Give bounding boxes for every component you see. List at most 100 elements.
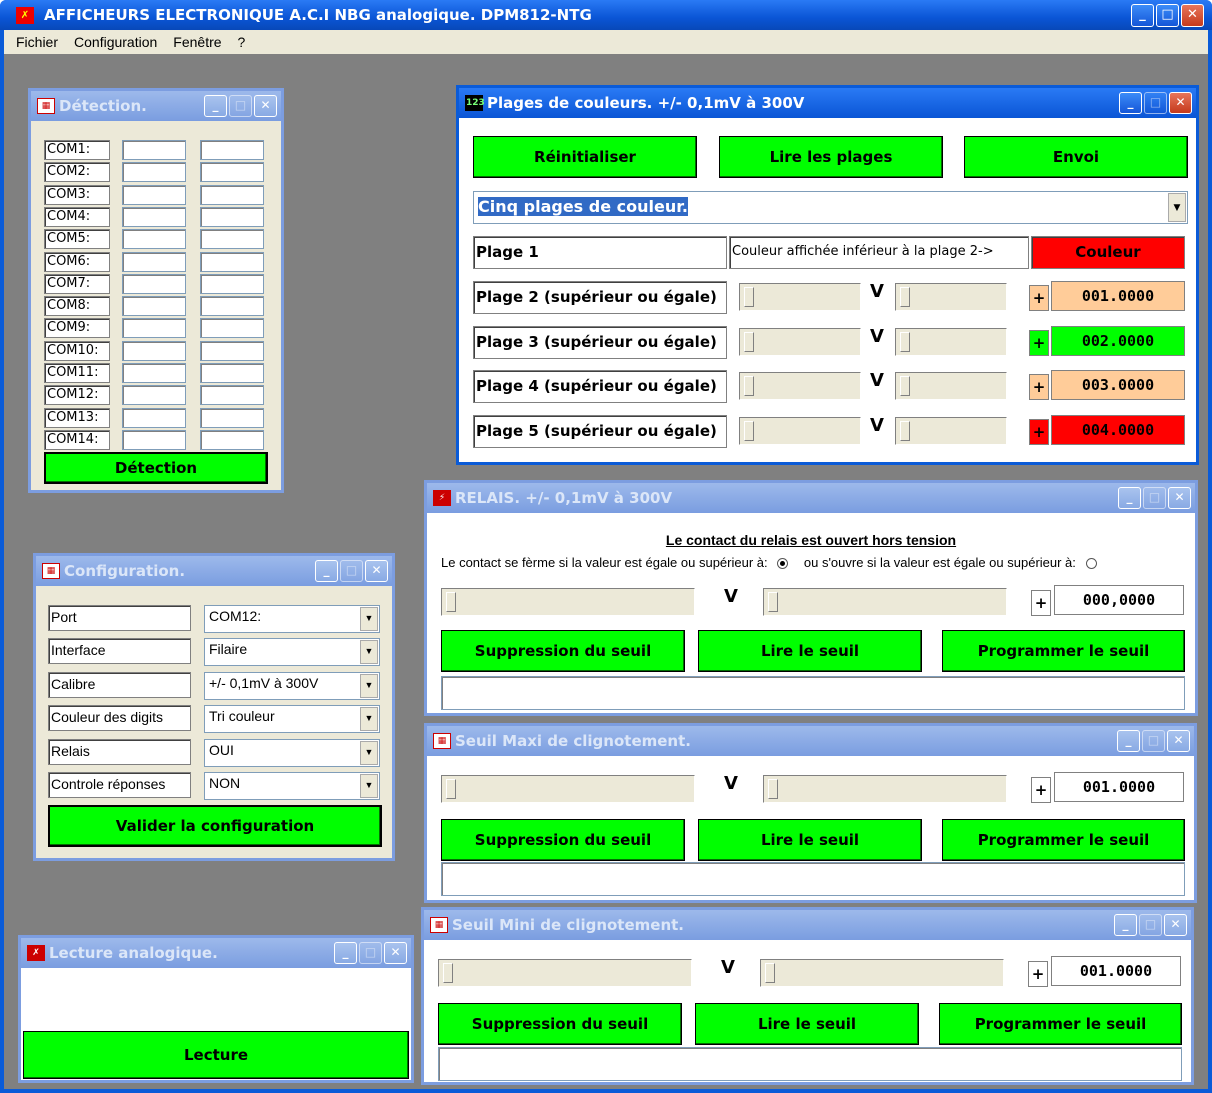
relais-closes-radio[interactable] — [777, 558, 789, 570]
lire-seuil-button[interactable]: Lire le seuil — [698, 630, 922, 672]
plage-slider-coarse[interactable] — [739, 416, 861, 445]
plage-slider-coarse[interactable] — [739, 327, 861, 356]
menu-fichier[interactable]: Fichier — [16, 34, 58, 50]
plage-slider-fine[interactable] — [895, 283, 1007, 311]
volt-unit-label: V — [870, 370, 884, 391]
minimize-button[interactable]: _ — [1131, 4, 1154, 27]
seuil-mini-titlebar[interactable]: ▦ Seuil Mini de clignotement. _ □ ✕ — [424, 910, 1191, 940]
config-select[interactable]: +/- 0,1mV à 300V ▼ — [204, 671, 380, 700]
config-select[interactable]: NON ▼ — [204, 772, 380, 800]
relais-slider-coarse[interactable] — [441, 588, 695, 616]
plage-slider-fine[interactable] — [895, 372, 1007, 400]
plages-titlebar[interactable]: 123 Plages de couleurs. +/- 0,1mV à 300V… — [459, 88, 1196, 118]
plage-slider-fine[interactable] — [895, 416, 1007, 445]
close-button[interactable]: ✕ — [1168, 487, 1191, 509]
reinitialiser-button[interactable]: Réinitialiser — [473, 136, 697, 178]
lire-plages-button[interactable]: Lire les plages — [719, 136, 943, 178]
plages-count-select[interactable]: Cinq plages de couleur. ▼ — [473, 191, 1188, 224]
minimize-button[interactable]: _ — [1118, 487, 1141, 509]
maxi-slider-fine[interactable] — [763, 775, 1007, 803]
lecture-window: ✗ Lecture analogique. _ □ ✕ Lecture — [18, 935, 414, 1083]
sign-toggle-button[interactable]: + — [1031, 590, 1051, 616]
plage-slider-coarse[interactable] — [739, 372, 861, 400]
main-titlebar[interactable]: ✗ AFFICHEURS ELECTRONIQUE A.C.I NBG anal… — [0, 0, 1212, 30]
plage-label: Plage 3 (supérieur ou égale) — [473, 325, 727, 359]
slider-thumb[interactable] — [446, 592, 456, 612]
config-select-value: Filaire — [209, 641, 248, 658]
slider-thumb[interactable] — [744, 376, 754, 396]
slider-thumb[interactable] — [443, 963, 453, 983]
close-button[interactable]: ✕ — [1169, 92, 1192, 114]
plage-slider-fine[interactable] — [895, 327, 1007, 356]
relais-slider-fine[interactable] — [763, 588, 1007, 616]
slider-thumb[interactable] — [900, 287, 910, 307]
close-button[interactable]: ✕ — [1167, 730, 1190, 752]
programmer-seuil-button[interactable]: Programmer le seuil — [942, 819, 1185, 861]
mini-slider-coarse[interactable] — [438, 959, 692, 987]
com-port-field — [200, 273, 264, 294]
slider-thumb[interactable] — [900, 420, 910, 441]
config-select[interactable]: Filaire ▼ — [204, 638, 380, 667]
seuil-maxi-titlebar[interactable]: ▦ Seuil Maxi de clignotement. _ □ ✕ — [427, 726, 1194, 756]
sign-toggle-button[interactable]: + — [1029, 285, 1049, 311]
menu-fenetre[interactable]: Fenêtre — [173, 34, 221, 50]
lecture-button[interactable]: Lecture — [23, 1031, 409, 1079]
programmer-seuil-button[interactable]: Programmer le seuil — [939, 1003, 1182, 1045]
menu-configuration[interactable]: Configuration — [74, 34, 157, 50]
relais-opens-radio[interactable] — [1085, 558, 1097, 570]
lire-seuil-button[interactable]: Lire le seuil — [695, 1003, 919, 1045]
sign-toggle-button[interactable]: + — [1029, 374, 1049, 400]
mini-slider-fine[interactable] — [760, 959, 1004, 987]
menu-help[interactable]: ? — [238, 34, 246, 50]
minimize-button[interactable]: _ — [1117, 730, 1140, 752]
sign-toggle-button[interactable]: + — [1029, 329, 1049, 356]
close-button[interactable]: ✕ — [365, 560, 388, 582]
suppression-seuil-button[interactable]: Suppression du seuil — [441, 630, 685, 672]
slider-thumb[interactable] — [765, 963, 775, 983]
close-button[interactable]: ✕ — [254, 95, 277, 117]
slider-thumb[interactable] — [768, 779, 778, 799]
programmer-seuil-button[interactable]: Programmer le seuil — [942, 630, 1185, 672]
slider-thumb[interactable] — [900, 376, 910, 396]
com-port-field — [200, 385, 264, 406]
maximize-button[interactable]: □ — [1156, 4, 1179, 27]
lecture-titlebar[interactable]: ✗ Lecture analogique. _ □ ✕ — [21, 938, 411, 968]
config-select[interactable]: OUI ▼ — [204, 738, 380, 767]
maximize-button: □ — [1143, 487, 1166, 509]
minimize-button[interactable]: _ — [1114, 914, 1137, 936]
relais-titlebar[interactable]: ⚡ RELAIS. +/- 0,1mV à 300V _ □ ✕ — [427, 483, 1195, 513]
close-button[interactable]: ✕ — [1164, 914, 1187, 936]
minimize-button[interactable]: _ — [1119, 92, 1142, 114]
plage-value: 002.0000 — [1051, 325, 1185, 356]
plage1-color-swatch[interactable]: Couleur — [1031, 236, 1185, 269]
detection-titlebar[interactable]: ▦ Détection. _ □ ✕ — [31, 91, 281, 121]
maxi-slider-coarse[interactable] — [441, 775, 695, 803]
com-port-field — [200, 251, 264, 272]
suppression-seuil-button[interactable]: Suppression du seuil — [441, 819, 685, 861]
slider-thumb[interactable] — [900, 331, 910, 352]
configuration-titlebar[interactable]: ▦ Configuration. _ □ ✕ — [36, 556, 392, 586]
sign-toggle-button[interactable]: + — [1029, 418, 1049, 445]
plage-slider-coarse[interactable] — [739, 283, 861, 311]
com-port-field — [122, 429, 186, 450]
close-button[interactable]: ✕ — [1181, 4, 1204, 27]
slider-thumb[interactable] — [744, 331, 754, 352]
config-select[interactable]: COM12: ▼ — [204, 605, 380, 633]
minimize-button[interactable]: _ — [204, 95, 227, 117]
sign-toggle-button[interactable]: + — [1028, 961, 1048, 987]
slider-thumb[interactable] — [446, 779, 456, 799]
slider-thumb[interactable] — [744, 420, 754, 441]
validate-configuration-button[interactable]: Valider la configuration — [48, 805, 382, 847]
detection-button[interactable]: Détection — [44, 452, 268, 484]
close-button[interactable]: ✕ — [384, 942, 407, 964]
lire-seuil-button[interactable]: Lire le seuil — [698, 819, 922, 861]
suppression-seuil-button[interactable]: Suppression du seuil — [438, 1003, 682, 1045]
sign-toggle-button[interactable]: + — [1031, 777, 1051, 803]
envoi-button[interactable]: Envoi — [964, 136, 1188, 178]
slider-thumb[interactable] — [768, 592, 778, 612]
minimize-button[interactable]: _ — [334, 942, 357, 964]
slider-thumb[interactable] — [744, 287, 754, 307]
com-port-field — [200, 184, 264, 205]
minimize-button[interactable]: _ — [315, 560, 338, 582]
config-select[interactable]: Tri couleur ▼ — [204, 705, 380, 734]
